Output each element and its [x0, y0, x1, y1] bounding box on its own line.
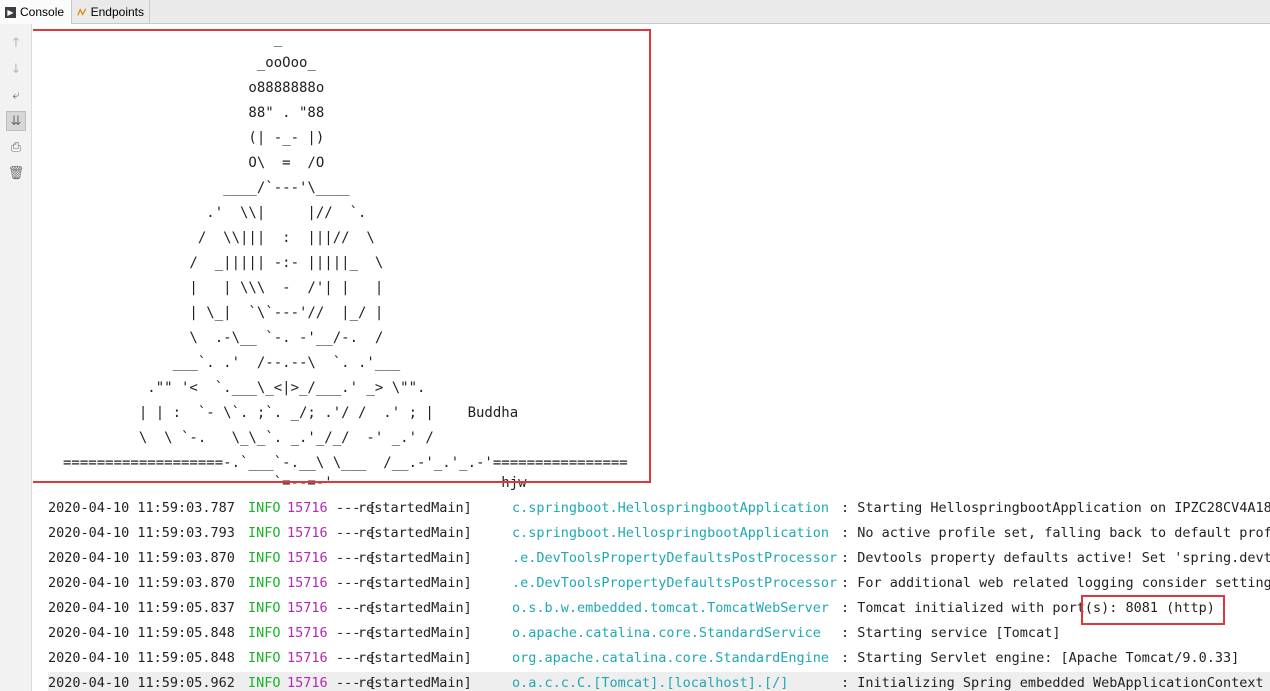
banner-line: ."" '< `.___\_<|>_/___.' _> \"". [63, 380, 426, 396]
log-thread: restartedMain] [358, 625, 472, 641]
soft-wrap-icon[interactable]: ⤶ [6, 85, 26, 105]
banner-line: | | \\\ - /'| | | [63, 280, 384, 296]
tab-console[interactable]: ▶ Console [0, 0, 72, 24]
banner-line: _ [63, 31, 283, 47]
log-message: : Tomcat initialized with port(s): 8081 … [841, 600, 1215, 616]
log-message: : No active profile set, falling back to… [841, 525, 1270, 541]
log-row: 2020-04-10 11:59:03.870 INFO 15716 --- [res… [48, 547, 1270, 569]
log-pid: 15716 [287, 550, 328, 566]
scroll-to-end-icon[interactable]: ⇊ [6, 111, 26, 131]
log-timestamp: 2020-04-10 11:59:03.870 [48, 575, 235, 591]
log-logger[interactable]: o.s.b.w.embedded.tomcat.TomcatWebServer [512, 597, 829, 619]
banner-line: | \_| `\`---'// |_/ | [63, 305, 384, 321]
log-thread: restartedMain] [358, 675, 472, 691]
tab-console-label: Console [20, 5, 65, 19]
log-logger[interactable]: c.springboot.HellospringbootApplication [512, 497, 829, 519]
log-pid: 15716 [287, 575, 328, 591]
log-timestamp: 2020-04-10 11:59:03.870 [48, 550, 235, 566]
log-thread: restartedMain] [358, 575, 472, 591]
trash-icon[interactable]: 🗑 [6, 163, 26, 183]
log-timestamp: 2020-04-10 11:59:03.787 [48, 500, 235, 516]
log-logger[interactable]: o.a.c.c.C.[Tomcat].[localhost].[/] [512, 672, 788, 691]
log-row: 2020-04-10 11:59:03.870 INFO 15716 --- [res… [48, 572, 1270, 594]
banner-line: O\ = /O [63, 155, 325, 171]
banner-line: / _||||| -:- |||||_ \ [63, 255, 384, 271]
banner-line: \ \ `-. \_\_`. _.'_/_/ -' _.' / [63, 430, 434, 446]
banner-line: | | : `- \`. ;`. _/; .'/ / .' ; | Buddha [63, 405, 519, 421]
log-message: : For additional web related logging con… [841, 575, 1270, 591]
console-toolbar: ↑ ↓ ⤶ ⇊ ⎙ 🗑 [0, 24, 32, 691]
log-message: : Devtools property defaults active! Set… [841, 550, 1270, 566]
log-level: INFO [248, 550, 281, 566]
log-pid: 15716 [287, 625, 328, 641]
banner-line: _ooOoo_ [63, 55, 316, 71]
log-pid: 15716 [287, 675, 328, 691]
log-pid: 15716 [287, 650, 328, 666]
log-level: INFO [248, 525, 281, 541]
log-level: INFO [248, 600, 281, 616]
log-logger[interactable]: .e.DevToolsPropertyDefaultsPostProcessor [512, 547, 837, 569]
banner-line: ===================-.`___`-.__\ \___ /__… [63, 455, 628, 471]
log-row: 2020-04-10 11:59:05.848 INFO 15716 --- [res… [48, 622, 1270, 644]
log-thread: restartedMain] [358, 600, 472, 616]
log-row: 2020-04-10 11:59:05.962 INFO 15716 --- [res… [48, 672, 1270, 691]
log-level: INFO [248, 625, 281, 641]
log-level: INFO [248, 650, 281, 666]
tab-endpoints-label: Endpoints [90, 5, 144, 19]
log-timestamp: 2020-04-10 11:59:05.837 [48, 600, 235, 616]
print-icon[interactable]: ⎙ [6, 137, 26, 157]
banner-line: (| -_- |) [63, 130, 325, 146]
banner-line: ____/`---'\____ [63, 180, 350, 196]
endpoints-icon [77, 8, 87, 16]
banner-line: / \\||| : |||// \ [63, 230, 375, 246]
log-level: INFO [248, 500, 281, 516]
log-thread: restartedMain] [358, 650, 472, 666]
tool-window-tabbar: ▶ Console Endpoints [0, 0, 1270, 24]
log-row: 2020-04-10 11:59:03.793 INFO 15716 --- [res… [48, 522, 1270, 544]
log-message: : Initializing Spring embedded WebApplic… [841, 675, 1264, 691]
log-message: : Starting HellospringbootApplication on… [841, 500, 1270, 516]
log-logger[interactable]: o.apache.catalina.core.StandardService [512, 622, 821, 644]
log-logger[interactable]: c.springboot.HellospringbootApplication [512, 522, 829, 544]
log-thread: restartedMain] [358, 550, 472, 566]
scroll-down-icon[interactable]: ↓ [6, 59, 26, 79]
log-message: : Starting Servlet engine: [Apache Tomca… [841, 650, 1240, 666]
console-icon: ▶ [5, 6, 16, 18]
log-timestamp: 2020-04-10 11:59:05.848 [48, 625, 235, 641]
log-pid: 15716 [287, 500, 328, 516]
log-thread: restartedMain] [358, 500, 472, 516]
log-thread: restartedMain] [358, 525, 472, 541]
banner-line: .' \\| |// `. [63, 205, 367, 221]
log-pid: 15716 [287, 525, 328, 541]
log-logger[interactable]: org.apache.catalina.core.StandardEngine [512, 647, 829, 669]
log-message: : Starting service [Tomcat] [841, 625, 1061, 641]
log-row: 2020-04-10 11:59:05.848 INFO 15716 --- [res… [48, 647, 1270, 669]
log-pid: 15716 [287, 600, 328, 616]
console-output[interactable]: _ _ooOoo_ o8888888o 88" . "88 (| -_- |) … [33, 24, 1270, 691]
log-logger[interactable]: .e.DevToolsPropertyDefaultsPostProcessor [512, 572, 837, 594]
log-timestamp: 2020-04-10 11:59:03.793 [48, 525, 235, 541]
tab-endpoints[interactable]: Endpoints [72, 0, 150, 24]
banner-line: o8888888o [63, 80, 325, 96]
banner-line: ___`. .' /--.--\ `. .'___ [63, 355, 401, 371]
banner-line: 88" . "88 [63, 105, 325, 121]
log-row: 2020-04-10 11:59:05.837 INFO 15716 --- [res… [48, 597, 1270, 619]
banner-line: \ .-\__ `-. -'__/-. / [63, 330, 384, 346]
log-row: 2020-04-10 11:59:03.787 INFO 15716 --- [res… [48, 497, 1270, 519]
log-timestamp: 2020-04-10 11:59:05.848 [48, 650, 235, 666]
log-level: INFO [248, 575, 281, 591]
log-level: INFO [248, 675, 281, 691]
scroll-up-icon[interactable]: ↑ [6, 33, 26, 53]
banner-line: `=--=-' hjw [63, 475, 527, 491]
log-timestamp: 2020-04-10 11:59:05.962 [48, 675, 235, 691]
